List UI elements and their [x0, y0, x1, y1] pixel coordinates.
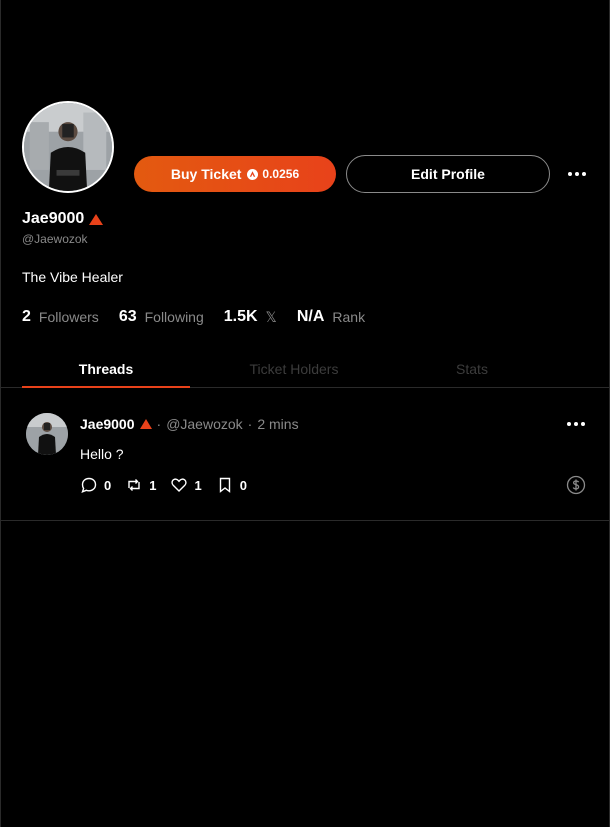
profile-avatar[interactable]: [22, 101, 114, 193]
profile-stats: 2 Followers 63 Following 1.5K 𝕏 N/A Rank: [22, 308, 385, 326]
post-author-handle[interactable]: @Jaewozok: [166, 416, 242, 432]
following-count: 63: [118, 308, 137, 325]
rank-stat: N/A Rank: [297, 308, 365, 326]
arena-badge-icon: [139, 419, 152, 429]
post-author-name[interactable]: Jae9000: [80, 416, 135, 432]
tip-dollar-icon[interactable]: [566, 475, 586, 495]
profile-more-icon[interactable]: [566, 164, 588, 184]
reply-action[interactable]: 0: [80, 476, 111, 494]
profile-display-name: Jae9000: [22, 210, 85, 227]
post-more-icon[interactable]: [565, 417, 587, 431]
profile-name-row: Jae9000: [22, 210, 104, 228]
thread-post[interactable]: Jae9000 · @Jaewozok · 2 mins Hello ? 0 1: [0, 388, 610, 521]
profile-handle: @Jaewozok: [22, 232, 88, 246]
reply-count: 0: [104, 477, 112, 493]
bookmark-icon: [219, 477, 230, 493]
post-time: 2 mins: [257, 416, 299, 432]
ticket-price: 0.0256: [247, 167, 299, 181]
post-author-avatar[interactable]: [26, 413, 68, 455]
buy-ticket-button[interactable]: Buy Ticket 0.0256: [134, 156, 336, 192]
following-stat[interactable]: 63 Following: [119, 308, 204, 326]
tab-stats[interactable]: Stats: [388, 350, 556, 388]
post-author-photo: [26, 413, 68, 455]
like-icon: [171, 478, 188, 492]
avax-icon: [247, 168, 259, 180]
edit-profile-button[interactable]: Edit Profile: [346, 155, 550, 193]
bookmark-count: 0: [239, 477, 247, 493]
x-logo-icon: 𝕏: [265, 308, 277, 325]
rank-label: Rank: [332, 309, 366, 325]
post-text: Hello ?: [80, 446, 124, 462]
x-followers-count: 1.5K: [223, 308, 258, 325]
followers-stat[interactable]: 2 Followers: [22, 308, 99, 326]
repost-icon: [128, 479, 140, 491]
post-header: Jae9000 · @Jaewozok · 2 mins: [80, 416, 299, 432]
followers-count: 2: [22, 308, 31, 325]
x-followers-stat[interactable]: 1.5K 𝕏: [224, 308, 277, 326]
profile-bio: The Vibe Healer: [22, 269, 123, 285]
repost-action[interactable]: 1: [125, 476, 156, 494]
profile-tabs: Threads Ticket Holders Stats: [0, 350, 610, 388]
buy-ticket-label: Buy Ticket: [170, 166, 242, 182]
followers-label: Followers: [38, 309, 99, 325]
ticket-price-value: 0.0256: [262, 167, 300, 181]
post-actions: 0 1 1 0: [80, 476, 261, 494]
reply-icon: [81, 477, 97, 494]
following-label: Following: [144, 309, 204, 325]
post-separator: ·: [247, 416, 253, 432]
post-separator: ·: [156, 416, 162, 432]
like-action[interactable]: 1: [170, 476, 202, 494]
bookmark-action[interactable]: 0: [216, 476, 247, 494]
tab-ticket-holders[interactable]: Ticket Holders: [210, 350, 378, 388]
tab-threads[interactable]: Threads: [22, 350, 190, 388]
repost-count: 1: [149, 477, 157, 493]
profile-photo: [24, 103, 112, 191]
arena-badge-icon: [89, 213, 104, 225]
like-count: 1: [194, 477, 202, 493]
rank-value: N/A: [296, 308, 325, 325]
